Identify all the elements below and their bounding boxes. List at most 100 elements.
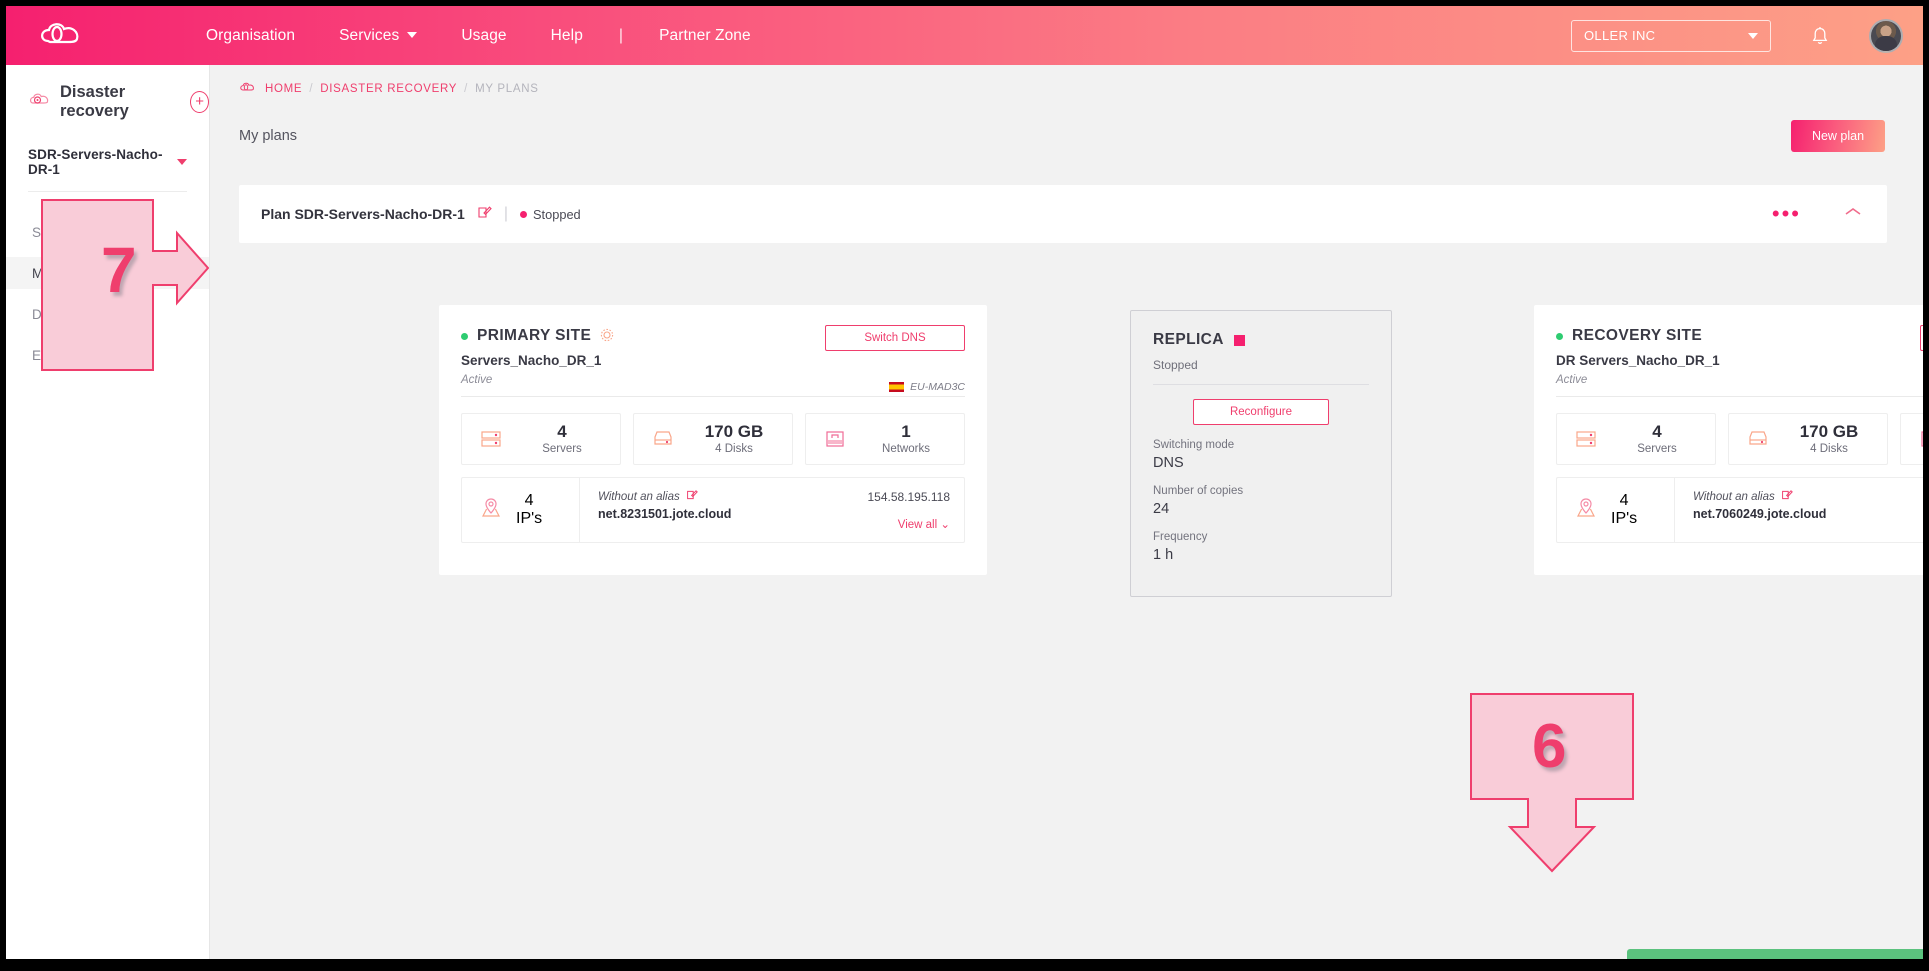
notification-bell-icon[interactable] [1809,24,1831,48]
stat-value: 4 [557,421,567,441]
breadcrumb-separator: / [309,82,314,95]
replica-title: REPLICA [1153,331,1224,348]
server-rack-icon [1573,426,1599,452]
stat-networks: 1 Networks [1900,413,1923,465]
ip-network-group: Without an alias net.8231501.jote.cloud [580,478,814,542]
field-label: Number of copies [1153,485,1244,497]
network-name: net.7060249.jote.cloud [1693,507,1827,521]
network-name: net.8231501.jote.cloud [598,507,732,521]
cloud-logo-icon[interactable] [36,18,88,54]
nav-item-usage[interactable]: Usage [439,27,528,45]
new-plan-button[interactable]: New plan [1791,120,1885,152]
stat-label: Servers [1637,443,1677,456]
stat-networks: 1 Networks [805,413,965,465]
replica-title-row: REPLICA [1131,311,1391,349]
chevron-down-icon [1748,32,1758,39]
ip-count-text: 4 IP's [516,492,542,528]
page-header: My plans New plan [210,96,1923,152]
reconfigure-button[interactable]: Reconfigure [1193,399,1329,425]
nav-label: Usage [461,26,507,44]
top-bar-right-group: OLLER INC [1571,6,1903,65]
stat-servers: 4 Servers [461,413,621,465]
stat-text: 4 Servers [1613,421,1701,456]
switch-dns-button[interactable]: Switch DNS [825,325,965,351]
breadcrumb-home[interactable]: HOME [265,83,302,95]
field-label: Frequency [1153,531,1208,543]
sidebar-header: Disaster recovery + [6,65,209,121]
status-dot-icon [1556,332,1563,340]
divider [1153,384,1369,385]
avatar[interactable] [1869,18,1903,53]
stat-disks: 170 GB 4 Disks [1728,413,1888,465]
replica-field-switching-mode: Switching mode DNS [1131,425,1391,471]
restore-points-button[interactable]: Restore points [1920,325,1923,351]
ip-address: 154.58.195.118 [867,490,950,504]
stat-label: 4 Disks [715,443,753,456]
main-content: HOME / DISASTER RECOVERY / MY PLANS My p… [210,65,1923,965]
stat-label: Servers [542,443,582,456]
home-cloud-icon [239,81,255,96]
replica-state: Stopped [1153,358,1198,372]
recovery-site-stats: 4 Servers 170 GB 4 Disks [1534,397,1923,465]
annotation-callout-6: 6 [1470,693,1634,873]
divider [1556,396,1923,397]
stat-value: 1 [901,421,911,441]
disk-icon [650,426,676,452]
server-rack-icon [478,426,504,452]
edit-pencil-icon[interactable] [686,489,698,504]
stat-value: 170 GB [1799,421,1859,441]
edit-pencil-icon[interactable] [1781,489,1793,504]
plan-selector-dropdown[interactable]: SDR-Servers-Nacho-DR-1 [28,147,187,192]
recovery-site-header: RECOVERY SITE DR Servers_Nacho_DR_1 Acti… [1534,305,1923,386]
nav-label: Help [550,26,583,44]
breadcrumb-disaster-recovery[interactable]: DISASTER RECOVERY [320,83,457,95]
edit-pencil-icon[interactable] [477,205,492,223]
stat-text: 170 GB 4 Disks [690,422,778,456]
selected-plan-label: SDR-Servers-Nacho-DR-1 [28,147,163,177]
alias-label: Without an alias [598,490,680,503]
ip-address: 154.49.236.247 [1909,490,1923,504]
view-all-link[interactable]: View all ⌄ [1909,517,1923,531]
breadcrumb-separator: / [464,82,469,95]
recovery-site-name: DR Servers_Nacho_DR_1 [1556,353,1720,368]
page-title: My plans [239,128,298,144]
field-value: DNS [1153,455,1184,471]
plan-name: Plan SDR-Servers-Nacho-DR-1 [261,206,465,222]
more-options-icon[interactable]: ••• [1772,203,1801,225]
nav-item-help[interactable]: Help [529,27,605,45]
stat-label: Networks [882,443,930,456]
divider [461,396,965,397]
chevron-down-icon [407,31,418,38]
ip-count-group: 4 IP's [462,478,580,542]
field-label: Switching mode [1153,439,1235,451]
primary-site-ip-row: 4 IP's Without an alias net.8231501.jote… [461,477,965,543]
primary-site-region: EU-MAD3C [889,381,965,393]
region-label: EU-MAD3C [910,381,965,393]
primary-site-card: PRIMARY SITE Servers_Nacho_DR_1 Active S… [439,305,987,575]
recovery-site-title: RECOVERY SITE [1572,327,1703,344]
nav-item-services[interactable]: Services [317,27,439,45]
recovery-site-title-row: RECOVERY SITE [1556,327,1923,345]
nav-item-partner-zone[interactable]: Partner Zone [637,27,773,45]
stat-value: 4 [1652,421,1662,441]
gear-icon[interactable] [600,328,614,345]
field-value: 1 h [1153,547,1174,563]
window-bottom-edge [0,959,1929,971]
plan-header-left: Plan SDR-Servers-Nacho-DR-1 | Stopped [261,205,581,223]
recovery-site-card: RECOVERY SITE DR Servers_Nacho_DR_1 Acti… [1534,305,1923,575]
ip-count-group: 4 IP's [1557,478,1675,542]
nav-item-organisation[interactable]: Organisation [184,27,317,45]
ip-count-label: IP's [1611,510,1638,527]
organisation-selector[interactable]: OLLER INC [1571,19,1771,52]
breadcrumb: HOME / DISASTER RECOVERY / MY PLANS [210,65,1923,96]
view-all-link[interactable]: View all ⌄ [814,517,950,531]
network-icon [1917,426,1923,452]
sidebar-title: Disaster recovery [60,83,129,120]
chevron-up-icon[interactable] [1843,205,1863,223]
ip-address-group: 154.58.195.118 View all ⌄ [814,478,964,542]
replica-card: REPLICA Stopped Reconfigure Switching mo… [1130,310,1392,597]
add-plan-button[interactable]: + [190,91,209,113]
nav-label: Organisation [206,26,296,44]
ip-address-group: 154.49.236.247 View all ⌄ [1909,478,1923,542]
view-all-label: View all [897,519,938,531]
